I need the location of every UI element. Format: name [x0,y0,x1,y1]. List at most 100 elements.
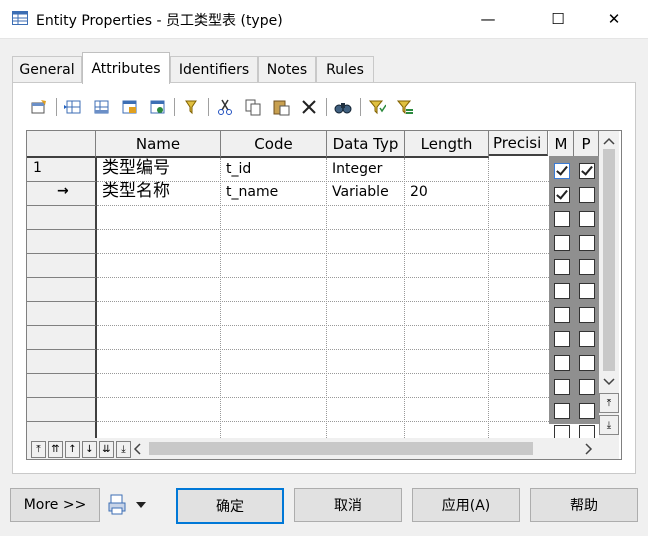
mandatory-checkbox[interactable] [554,307,570,323]
attribute-code-cell[interactable]: t_id [226,158,251,180]
find-icon [334,103,352,114]
primary-checkbox[interactable] [579,403,595,419]
help-button[interactable]: 帮助 [530,488,638,522]
filter-icon [368,100,386,115]
move-down-button[interactable]: ↓ [82,441,97,458]
add-row-button[interactable] [90,96,112,118]
mandatory-checkbox[interactable] [554,211,570,227]
mandatory-checkbox[interactable] [554,331,570,347]
scroll-right-icon[interactable] [585,443,593,455]
row-header[interactable]: 1 [27,158,97,182]
move-page-up-button[interactable]: ⇈ [48,441,63,458]
primary-checkbox[interactable] [579,283,595,299]
cancel-button[interactable]: 取消 [294,488,402,522]
delete-button[interactable] [298,96,320,118]
tab-general[interactable]: General [12,56,82,83]
primary-checkbox[interactable] [579,187,595,203]
row-header[interactable] [27,422,97,439]
column-header-code[interactable]: Code [221,131,327,158]
move-bottom-button[interactable]: ⤓ [116,441,131,458]
filter-button[interactable] [366,96,388,118]
scroll-page-down-button[interactable]: ⤓ [599,415,619,435]
attribute-datatype-cell[interactable]: Variable [332,181,389,203]
clear-filter-button[interactable] [394,96,416,118]
primary-checkbox[interactable] [579,379,595,395]
add-attributes-button[interactable] [118,96,140,118]
mandatory-checkbox[interactable] [554,355,570,371]
row-header[interactable] [27,254,97,278]
column-header-length[interactable]: Length [405,131,489,158]
row-header[interactable] [27,326,97,350]
row-header[interactable] [27,302,97,326]
primary-checkbox[interactable] [579,425,595,438]
column-header-mandatory[interactable]: M [549,131,574,158]
tab-rules[interactable]: Rules [316,56,374,83]
more-button[interactable]: More >> [10,488,100,522]
attribute-name-cell[interactable]: 类型名称 [102,180,170,202]
toolbar-separator [208,98,209,116]
mandatory-checkbox[interactable] [554,235,570,251]
attribute-name-cell[interactable]: 类型编号 [102,157,170,179]
horizontal-scroll-thumb[interactable] [149,442,533,455]
primary-checkbox[interactable] [579,211,595,227]
column-header-precision[interactable]: Precisi [489,131,548,156]
minimize-button[interactable]: — [465,0,511,38]
attribute-datatype-cell[interactable]: Integer [332,158,382,180]
row-header[interactable] [27,350,97,374]
find-button[interactable] [332,96,354,118]
attributes-grid[interactable]: Name Code Data Typ Length Precisi M P 1 … [26,130,622,460]
row-header[interactable]: → [27,182,97,206]
properties-icon [31,100,46,114]
attribute-length-cell[interactable]: 20 [410,181,428,203]
ok-button[interactable]: 确定 [176,488,284,524]
print-dropdown-button[interactable] [108,494,152,516]
row-header[interactable] [27,398,97,422]
row-header[interactable] [27,206,97,230]
row-header[interactable] [27,374,97,398]
scroll-page-up-button[interactable]: ⤒ [599,393,619,413]
cut-button[interactable] [214,96,236,118]
customize-columns-button[interactable] [180,96,202,118]
move-top-button[interactable]: ⤒ [31,441,46,458]
tab-notes[interactable]: Notes [258,56,316,83]
properties-button[interactable] [28,96,50,118]
insert-row-button[interactable] [62,96,84,118]
scroll-up-icon[interactable] [603,137,615,145]
tab-identifiers[interactable]: Identifiers [170,56,258,83]
mandatory-checkbox[interactable] [554,163,570,179]
mandatory-checkbox[interactable] [554,379,570,395]
column-header-primary[interactable]: P [574,131,599,158]
primary-checkbox[interactable] [579,163,595,179]
attribute-code-cell[interactable]: t_name [226,181,278,203]
primary-checkbox[interactable] [579,307,595,323]
primary-checkbox[interactable] [579,355,595,371]
scroll-down-icon[interactable] [603,378,615,386]
mandatory-checkbox[interactable] [554,187,570,203]
move-up-button[interactable]: ↑ [65,441,80,458]
mandatory-checkbox[interactable] [554,283,570,299]
close-button[interactable]: ✕ [591,0,637,38]
primary-checkbox[interactable] [579,259,595,275]
row-header[interactable] [27,230,97,254]
mandatory-checkbox[interactable] [554,259,570,275]
primary-checkbox[interactable] [579,235,595,251]
paste-button[interactable] [270,96,292,118]
row-header[interactable] [27,278,97,302]
vertical-scrollbar[interactable]: ⤒ ⤓ [599,131,619,459]
copy-button[interactable] [242,96,264,118]
reuse-attributes-button[interactable] [146,96,168,118]
apply-button[interactable]: 应用(A) [412,488,520,522]
add-row-icon [94,100,109,114]
scroll-bottom-icon: ⤓ [606,419,612,431]
move-page-down-button[interactable]: ⇊ [99,441,114,458]
mandatory-checkbox[interactable] [554,425,570,438]
column-header-data-type[interactable]: Data Typ [327,131,405,158]
tab-attributes[interactable]: Attributes [82,52,170,84]
primary-checkbox[interactable] [579,331,595,347]
horizontal-scrollbar[interactable]: ⤒ ⇈ ↑ ↓ ⇊ ⤓ [27,438,599,459]
mandatory-checkbox[interactable] [554,403,570,419]
column-header-name[interactable]: Name [96,131,221,158]
vertical-scroll-thumb[interactable] [603,149,615,371]
scroll-left-icon[interactable] [133,443,141,455]
maximize-button[interactable]: ☐ [535,0,581,38]
